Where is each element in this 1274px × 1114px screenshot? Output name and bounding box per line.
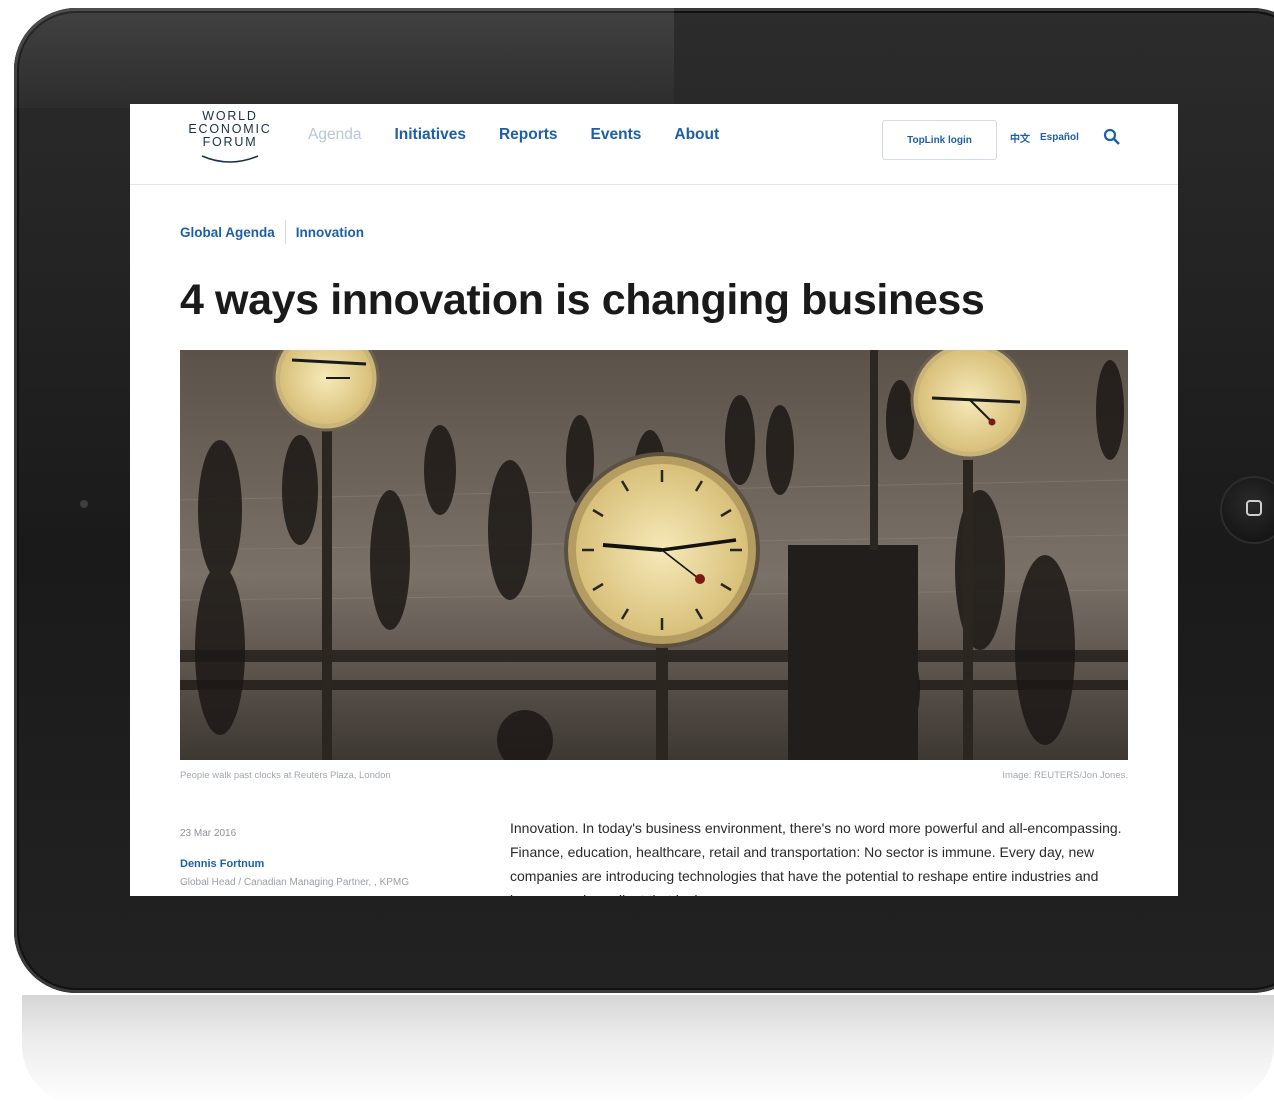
nav-reports[interactable]: Reports xyxy=(499,126,558,144)
author-name[interactable]: Dennis Fortnum xyxy=(180,858,264,870)
search-icon[interactable] xyxy=(1103,128,1121,146)
home-button-icon xyxy=(1246,500,1262,516)
chinese-lang-icon[interactable]: 中文 xyxy=(1010,130,1030,145)
breadcrumb-divider xyxy=(284,220,286,244)
home-button[interactable] xyxy=(1222,478,1274,542)
nav-agenda[interactable]: Agenda xyxy=(308,126,361,144)
article-body: Innovation. In today's business environm… xyxy=(510,820,1122,896)
camera-dot xyxy=(80,500,88,508)
wef-logo[interactable]: WORLD ECONOMIC FORUM xyxy=(178,110,282,174)
image-credit: Image: REUTERS/Jon Jones. xyxy=(1002,770,1128,781)
article-title: 4 ways innovation is changing business xyxy=(180,276,985,324)
device-reflection xyxy=(22,995,1274,1105)
author-role: Global Head / Canadian Managing Partner,… xyxy=(180,877,410,888)
language-switcher: 中文 Español xyxy=(1010,130,1079,145)
lang-espanol[interactable]: Español xyxy=(1040,132,1079,143)
hero-image xyxy=(180,350,1128,760)
breadcrumb-global-agenda[interactable]: Global Agenda xyxy=(180,225,275,240)
breadcrumb: Global Agenda Innovation xyxy=(180,220,364,244)
site-header: WORLD ECONOMIC FORUM Agenda Initiatives … xyxy=(130,104,1178,185)
article-date: 23 Mar 2016 xyxy=(180,828,237,839)
tablet-screen: WORLD ECONOMIC FORUM Agenda Initiatives … xyxy=(130,104,1178,896)
nav-initiatives[interactable]: Initiatives xyxy=(394,126,466,144)
toplink-login-button[interactable]: TopLink login xyxy=(882,120,997,160)
breadcrumb-innovation[interactable]: Innovation xyxy=(296,225,364,240)
image-caption: People walk past clocks at Reuters Plaza… xyxy=(180,770,391,781)
nav-events[interactable]: Events xyxy=(591,126,642,144)
logo-swoosh-icon xyxy=(201,155,259,163)
main-nav: Agenda Initiatives Reports Events About xyxy=(308,126,719,144)
logo-line-3: FORUM xyxy=(202,135,258,149)
nav-about[interactable]: About xyxy=(674,126,719,144)
